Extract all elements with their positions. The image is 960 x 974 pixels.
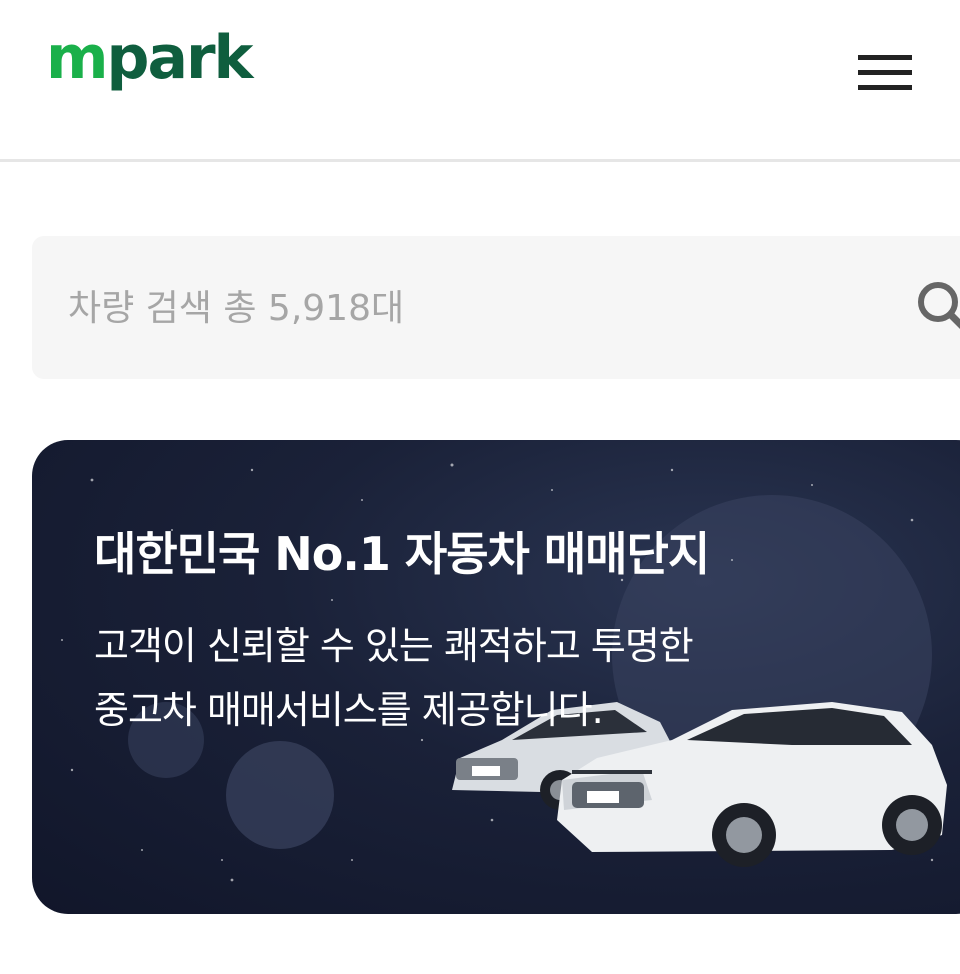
logo-rest: park: [106, 23, 254, 93]
banner-desc-line-1: 고객이 신뢰할 수 있는 쾌적하고 투명한: [94, 624, 694, 668]
search-input[interactable]: [68, 276, 888, 340]
search-icon[interactable]: [914, 278, 960, 338]
mpark-logo[interactable]: mpark: [46, 28, 253, 88]
menu-bar: [858, 70, 912, 75]
logo-prefix: m: [46, 23, 109, 93]
banner-desc-line-2: 중고차 매매서비스를 제공합니다.: [94, 688, 604, 732]
banner-description: 고객이 신뢰할 수 있는 쾌적하고 투명한 중고차 매매서비스를 제공합니다.: [94, 614, 694, 742]
menu-bar: [858, 85, 912, 90]
menu-bar: [858, 55, 912, 60]
hamburger-menu-icon[interactable]: [852, 50, 918, 96]
header: mpark: [0, 0, 960, 162]
promo-banner[interactable]: 대한민국 No.1 자동차 매매단지 고객이 신뢰할 수 있는 쾌적하고 투명한…: [32, 440, 960, 914]
banner-title: 대한민국 No.1 자동차 매매단지: [94, 527, 710, 581]
vehicle-search-box[interactable]: [32, 236, 960, 379]
